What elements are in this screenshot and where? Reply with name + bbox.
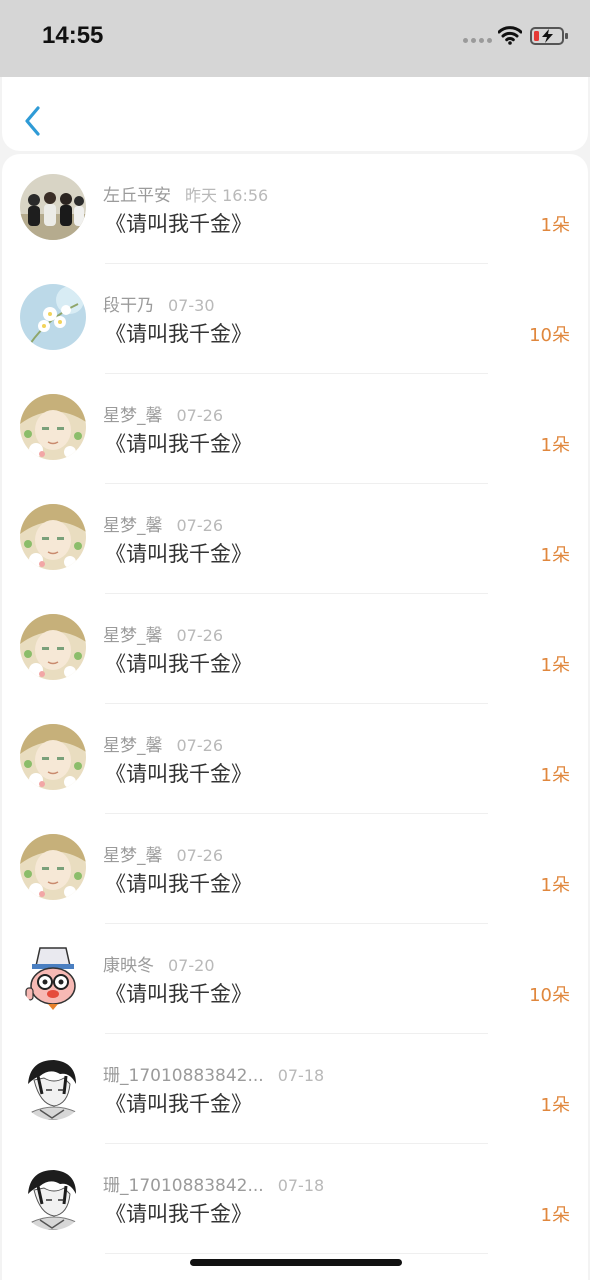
sketch-boy-avatar[interactable] — [20, 1054, 86, 1120]
book-title: 《请叫我千金》 — [105, 652, 252, 676]
send-date: 07-26 — [176, 626, 224, 645]
sender-name: 珊_17010883842... — [103, 1066, 264, 1086]
send-date: 昨天 16:56 — [185, 186, 269, 205]
list-item[interactable]: 星梦_馨 07-26 《请叫我千金》 1朵 — [2, 704, 588, 814]
sender-name-row: 星梦_馨 07-26 — [103, 401, 223, 426]
sender-name-row: 星梦_馨 07-26 — [103, 731, 223, 756]
anime-girl-avatar[interactable] — [20, 614, 86, 680]
list-item[interactable]: 珊_17010883842... 07-18 《请叫我千金》 1朵 — [2, 1144, 588, 1254]
cartoon-mascot-avatar[interactable] — [20, 944, 86, 1010]
list-item[interactable]: 珊_17010883842... 07-18 《请叫我千金》 1朵 — [2, 1034, 588, 1144]
flower-count: 10朵 — [529, 985, 570, 1006]
flower-count: 1朵 — [540, 435, 570, 456]
book-title: 《请叫我千金》 — [105, 1092, 252, 1116]
send-date: 07-20 — [168, 956, 215, 975]
group-photo-avatar[interactable] — [20, 174, 86, 240]
home-indicator[interactable] — [190, 1259, 402, 1266]
book-title: 《请叫我千金》 — [105, 432, 252, 456]
list-item[interactable]: 星梦_馨 07-26 《请叫我千金》 1朵 — [2, 814, 588, 924]
battery-charging-icon — [530, 27, 568, 45]
list-item[interactable]: 左丘平安 昨天 16:56 《请叫我千金》 1朵 — [2, 154, 588, 264]
flower-count: 1朵 — [540, 1205, 570, 1226]
signal-dots-icon — [463, 38, 492, 43]
sender-name: 康映冬 — [103, 956, 154, 976]
sender-name: 段干乃 — [103, 296, 154, 316]
send-date: 07-18 — [277, 1176, 325, 1195]
sender-name: 星梦_馨 — [103, 736, 163, 756]
divider — [105, 1253, 488, 1254]
sender-name: 珊_17010883842... — [103, 1176, 264, 1196]
book-title: 《请叫我千金》 — [105, 322, 252, 346]
sender-name-row: 段干乃 07-30 — [103, 291, 215, 316]
send-date: 07-26 — [176, 406, 224, 425]
sender-name: 星梦_馨 — [103, 626, 163, 646]
wifi-icon — [498, 26, 522, 45]
sender-name-row: 星梦_馨 07-26 — [103, 511, 223, 536]
list-item[interactable]: 星梦_馨 07-26 《请叫我千金》 1朵 — [2, 374, 588, 484]
send-date: 07-30 — [168, 296, 215, 315]
status-time: 14:55 — [42, 22, 104, 49]
send-date: 07-26 — [176, 736, 224, 755]
sender-name-row: 星梦_馨 07-26 — [103, 841, 223, 866]
book-title: 《请叫我千金》 — [105, 872, 252, 896]
book-title: 《请叫我千金》 — [105, 212, 252, 236]
list-item[interactable]: 段干乃 07-30 《请叫我千金》 10朵 — [2, 264, 588, 374]
sender-name: 星梦_馨 — [103, 846, 163, 866]
sender-name: 星梦_馨 — [103, 516, 163, 536]
flower-avatar[interactable] — [20, 284, 86, 350]
back-arrow-icon[interactable] — [22, 105, 44, 137]
flower-count: 1朵 — [540, 545, 570, 566]
list-item[interactable]: 康映冬 07-20 《请叫我千金》 10朵 — [2, 924, 588, 1034]
sender-name: 星梦_馨 — [103, 406, 163, 426]
anime-girl-avatar[interactable] — [20, 834, 86, 900]
book-title: 《请叫我千金》 — [105, 1202, 252, 1226]
sender-name-row: 左丘平安 昨天 16:56 — [103, 181, 268, 206]
sender-name-row: 康映冬 07-20 — [103, 951, 215, 976]
sender-name-row: 珊_17010883842... 07-18 — [103, 1171, 324, 1196]
flower-count: 1朵 — [540, 1095, 570, 1116]
anime-girl-avatar[interactable] — [20, 724, 86, 790]
flower-count: 1朵 — [540, 765, 570, 786]
flower-count: 1朵 — [540, 215, 570, 236]
sender-name-row: 星梦_馨 07-26 — [103, 621, 223, 646]
flower-count: 1朵 — [540, 875, 570, 896]
list-item[interactable]: 星梦_馨 07-26 《请叫我千金》 1朵 — [2, 484, 588, 594]
gift-record-list: 左丘平安 昨天 16:56 《请叫我千金》 1朵 段干乃 07-30 《请叫我千金》… — [2, 154, 588, 1280]
send-date: 07-18 — [277, 1066, 325, 1085]
send-date: 07-26 — [176, 846, 224, 865]
book-title: 《请叫我千金》 — [105, 982, 252, 1006]
send-date: 07-26 — [176, 516, 224, 535]
sketch-boy-avatar[interactable] — [20, 1164, 86, 1230]
anime-girl-avatar[interactable] — [20, 394, 86, 460]
book-title: 《请叫我千金》 — [105, 762, 252, 786]
list-item[interactable]: 星梦_馨 07-26 《请叫我千金》 1朵 — [2, 594, 588, 704]
nav-header — [2, 77, 588, 151]
flower-count: 10朵 — [529, 325, 570, 346]
flower-count: 1朵 — [540, 655, 570, 676]
anime-girl-avatar[interactable] — [20, 504, 86, 570]
sender-name: 左丘平安 — [103, 186, 171, 206]
status-bar: 14:55 — [0, 0, 590, 77]
sender-name-row: 珊_17010883842... 07-18 — [103, 1061, 324, 1086]
book-title: 《请叫我千金》 — [105, 542, 252, 566]
